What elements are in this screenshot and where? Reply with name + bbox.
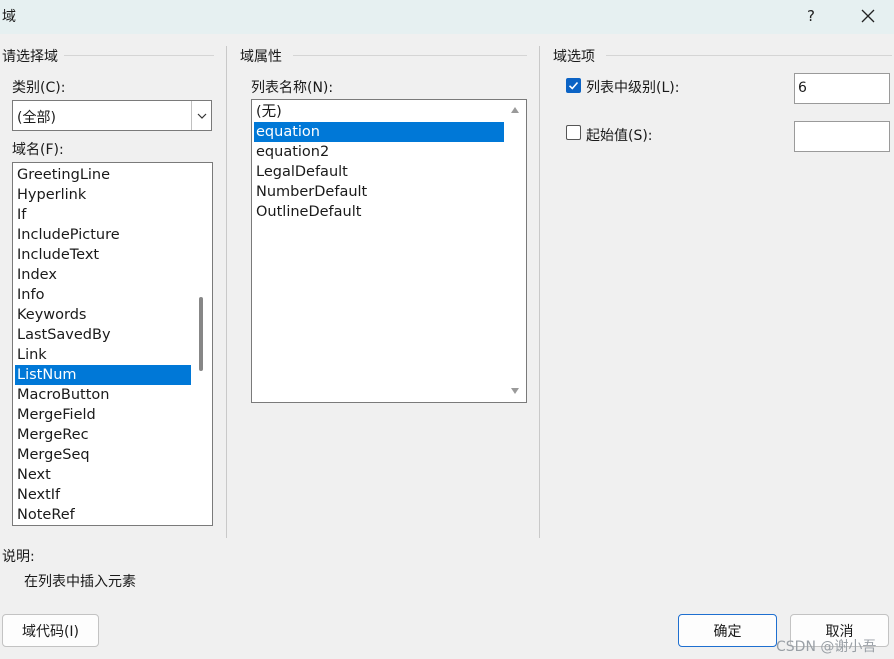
list-item[interactable]: MergeRec xyxy=(15,425,191,445)
fieldname-label: 域名(F): xyxy=(12,142,64,158)
category-value: (全部) xyxy=(17,110,56,126)
middle-section-divider xyxy=(293,55,527,56)
field-codes-button-label: 域代码(I) xyxy=(21,623,80,640)
list-item[interactable]: MacroButton xyxy=(15,385,191,405)
list-item-selected[interactable]: ListNum xyxy=(15,365,191,385)
description-title: 说明: xyxy=(2,549,35,565)
start-label: 起始值(S): xyxy=(586,128,653,144)
list-item[interactable]: Hyperlink xyxy=(15,185,191,205)
scroll-up-arrow-icon[interactable] xyxy=(510,106,520,114)
list-item[interactable]: Index xyxy=(15,265,191,285)
close-icon xyxy=(861,9,875,23)
list-item[interactable]: MergeSeq xyxy=(15,445,191,465)
list-item[interactable]: GreetingLine xyxy=(15,165,191,185)
column-divider-right xyxy=(539,46,540,538)
title-bar xyxy=(0,0,894,34)
category-dropdown[interactable]: (全部) xyxy=(12,100,212,131)
chevron-down-icon xyxy=(197,113,206,119)
list-item[interactable]: (无) xyxy=(254,102,504,122)
list-item[interactable]: equation2 xyxy=(254,142,504,162)
list-item[interactable]: Next xyxy=(15,465,191,485)
field-codes-button[interactable]: 域代码(I) xyxy=(2,614,99,647)
ok-button-label: 确定 xyxy=(713,623,742,640)
category-label: 类别(C): xyxy=(12,80,66,96)
list-item[interactable]: NumberDefault xyxy=(254,182,504,202)
list-names-list[interactable]: (无) equation equation2 LegalDefault Numb… xyxy=(251,99,527,403)
list-item[interactable]: Info xyxy=(15,285,191,305)
right-section-title: 域选项 xyxy=(553,49,595,65)
right-section-divider xyxy=(606,55,892,56)
left-section-divider xyxy=(64,55,214,56)
list-item[interactable]: LegalDefault xyxy=(254,162,504,182)
level-checkbox[interactable] xyxy=(566,78,581,93)
window-title: 域 xyxy=(2,9,16,25)
list-item[interactable]: Keywords xyxy=(15,305,191,325)
field-list-scrollbar-thumb[interactable] xyxy=(199,297,203,371)
description-text: 在列表中插入元素 xyxy=(24,574,136,590)
list-item[interactable]: NextIf xyxy=(15,485,191,505)
level-label: 列表中级别(L): xyxy=(586,80,680,96)
list-item-selected[interactable]: equation xyxy=(254,122,504,142)
level-value: 6 xyxy=(798,80,807,96)
list-item[interactable]: NoteRef xyxy=(15,505,191,525)
start-value-input[interactable] xyxy=(794,121,890,152)
close-button[interactable] xyxy=(851,3,885,29)
start-checkbox[interactable] xyxy=(566,125,581,140)
column-divider-left xyxy=(226,46,227,538)
field-names-list[interactable]: GreetingLine Hyperlink If IncludePicture… xyxy=(12,162,213,526)
help-icon: ? xyxy=(807,7,815,25)
help-button[interactable]: ? xyxy=(794,3,828,29)
watermark: CSDN @谢小吾 xyxy=(776,639,877,655)
ok-button[interactable]: 确定 xyxy=(678,614,777,647)
list-item[interactable]: IncludeText xyxy=(15,245,191,265)
left-section-title: 请选择域 xyxy=(2,49,58,65)
middle-section-title: 域属性 xyxy=(240,49,282,65)
scroll-down-arrow-icon[interactable] xyxy=(510,387,520,395)
checkmark-icon xyxy=(568,81,579,90)
level-input[interactable]: 6 xyxy=(794,73,890,104)
list-item[interactable]: If xyxy=(15,205,191,225)
list-item[interactable]: IncludePicture xyxy=(15,225,191,245)
list-item[interactable]: MergeField xyxy=(15,405,191,425)
list-item[interactable]: OutlineDefault xyxy=(254,202,504,222)
listname-label: 列表名称(N): xyxy=(251,80,334,96)
list-item[interactable]: LastSavedBy xyxy=(15,325,191,345)
dropdown-arrow[interactable] xyxy=(191,101,211,130)
list-item[interactable]: Link xyxy=(15,345,191,365)
